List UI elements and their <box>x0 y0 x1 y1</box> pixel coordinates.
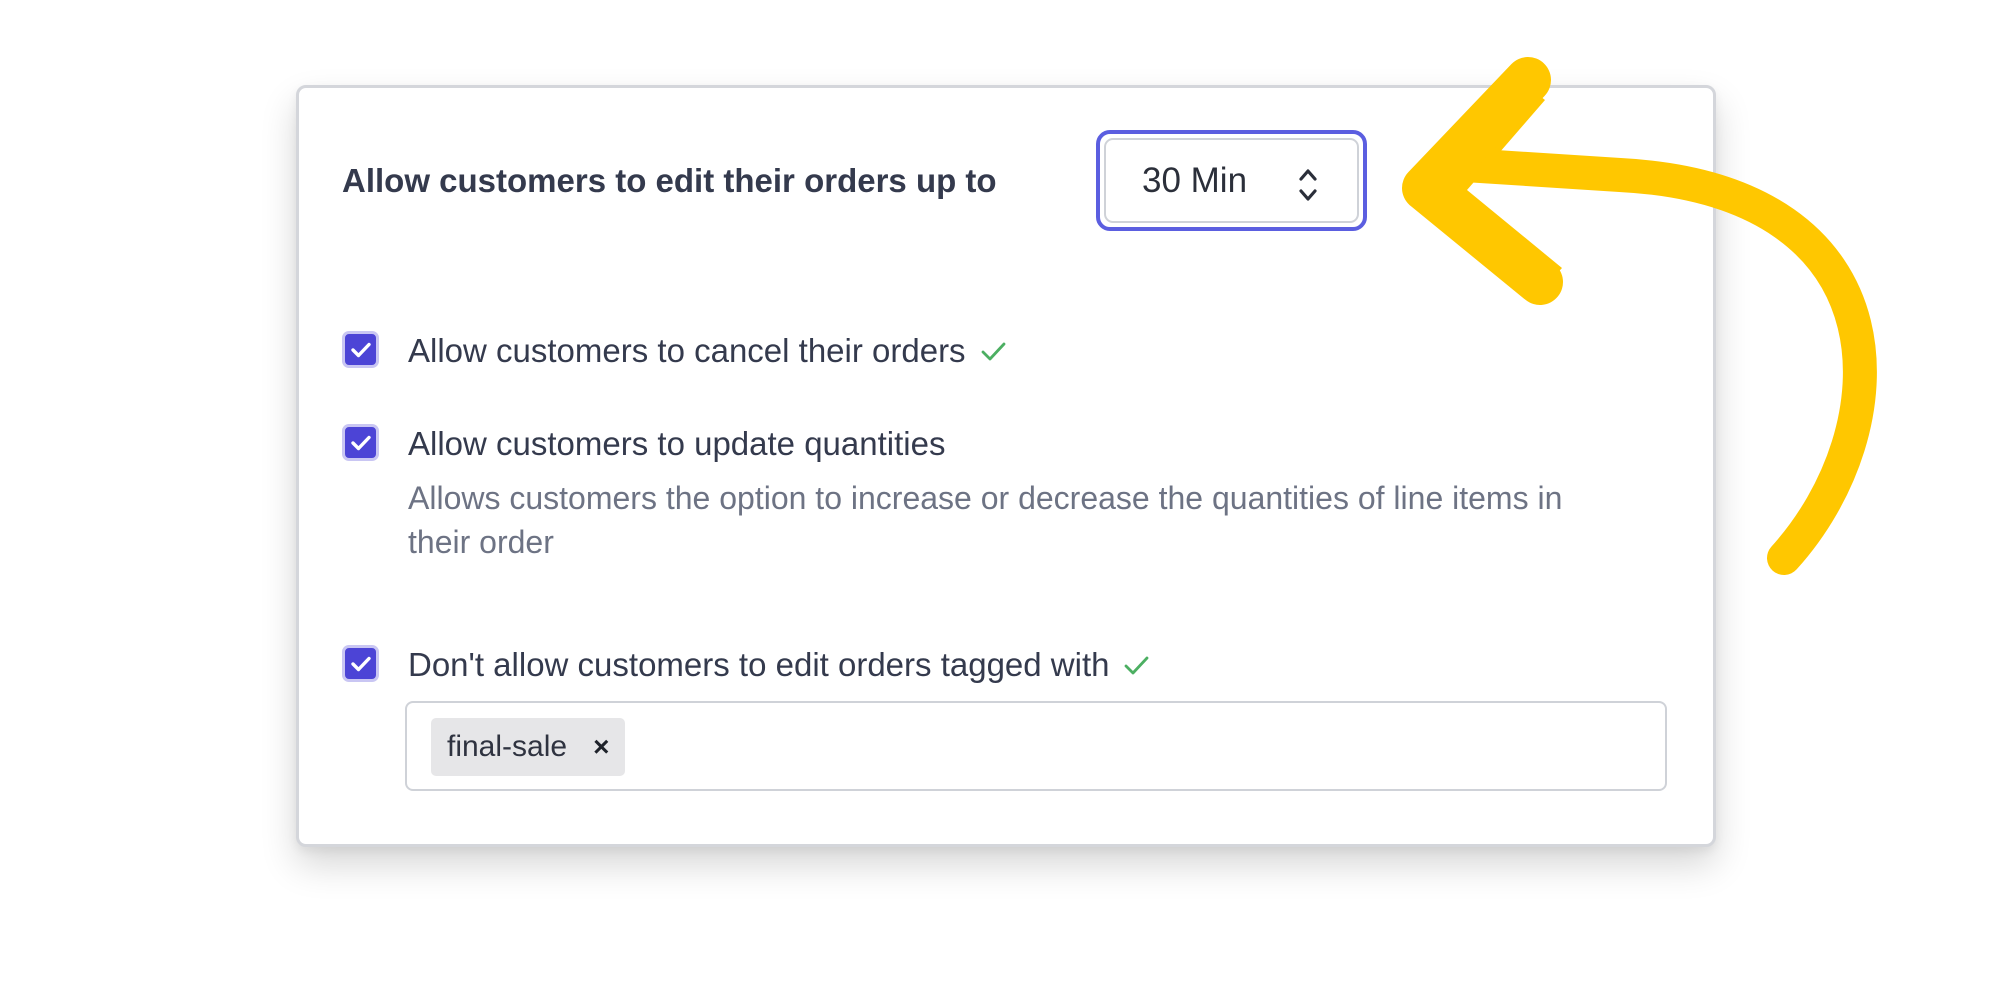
cancel-orders-checkbox[interactable] <box>342 331 379 368</box>
edit-window-value: 30 Min <box>1142 160 1248 200</box>
order-editing-settings-card: Allow customers to edit their orders up … <box>296 85 1716 847</box>
edit-window-label: Allow customers to edit their orders up … <box>342 162 997 199</box>
check-icon <box>1123 654 1149 676</box>
cancel-orders-label: Allow customers to cancel their orders <box>408 332 966 369</box>
update-quantities-checkbox[interactable] <box>342 424 379 461</box>
update-quantities-description: Allows customers the option to increase … <box>408 480 1563 560</box>
option-cancel-orders: Allow customers to cancel their orders <box>342 331 1006 371</box>
check-icon <box>980 340 1006 362</box>
tag-chip: final-sale × <box>431 718 626 776</box>
option-exclude-tagged-orders: Don't allow customers to edit orders tag… <box>342 645 1149 685</box>
chevron-up-down-icon <box>1299 169 1317 201</box>
checkmark-icon <box>350 435 371 450</box>
tag-chip-label: final-sale <box>447 730 568 763</box>
tag-remove-icon[interactable]: × <box>593 731 609 763</box>
update-quantities-label: Allow customers to update quantities <box>408 425 946 462</box>
checkmark-icon <box>350 656 371 671</box>
edit-window-select[interactable]: 30 Min <box>1096 130 1367 231</box>
exclude-tagged-label: Don't allow customers to edit orders tag… <box>408 646 1110 683</box>
edit-window-row: Allow customers to edit their orders up … <box>342 131 997 231</box>
exclude-tagged-checkbox[interactable] <box>342 645 379 682</box>
edit-window-select-field[interactable]: 30 Min <box>1104 138 1359 223</box>
tag-input[interactable]: final-sale × <box>405 701 1667 791</box>
option-update-quantities: Allow customers to update quantities All… <box>342 424 1628 564</box>
checkmark-icon <box>350 342 371 357</box>
